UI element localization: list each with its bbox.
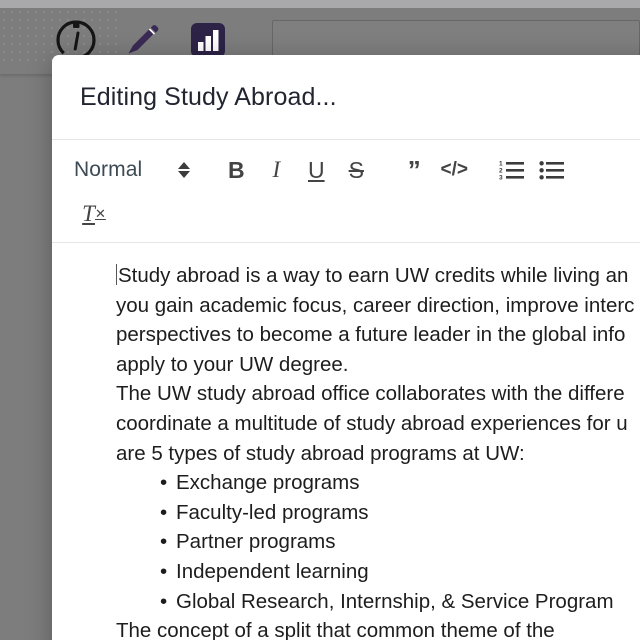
list-item: Global Research, Internship, & Service P… bbox=[160, 587, 640, 617]
text-caret bbox=[116, 264, 117, 285]
paragraph-line: are 5 types of study abroad programs at … bbox=[116, 441, 525, 465]
list-item: Exchange programs bbox=[160, 468, 640, 498]
svg-text:1: 1 bbox=[499, 161, 503, 168]
paragraph-line: The UW study abroad office collaborates … bbox=[116, 382, 625, 406]
screen: Editing Study Abroad... Normal B I U S ”… bbox=[0, 0, 640, 640]
toolbar-separator bbox=[376, 170, 394, 171]
clear-format-glyph: T bbox=[82, 201, 95, 226]
underline-button[interactable]: U bbox=[296, 150, 336, 190]
paragraph-line: apply to your UW degree. bbox=[116, 352, 349, 376]
paragraph-line: coordinate a multitude of study abroad e… bbox=[116, 411, 628, 435]
svg-text:2: 2 bbox=[499, 168, 503, 175]
italic-button[interactable]: I bbox=[256, 150, 296, 190]
document-content[interactable]: Study abroad is a way to earn UW credits… bbox=[52, 261, 640, 640]
paragraph-line: Study abroad is a way to earn UW credits… bbox=[116, 261, 640, 291]
paragraph-line: perspectives to become a future leader i… bbox=[116, 323, 626, 347]
format-picker-value: Normal bbox=[74, 158, 143, 181]
code-block-button[interactable]: </> bbox=[434, 150, 474, 190]
blockquote-button[interactable]: ” bbox=[394, 150, 434, 190]
toolbar-separator bbox=[474, 170, 492, 171]
editor-body[interactable]: Study abroad is a way to earn UW credits… bbox=[52, 243, 640, 640]
toolbar-separator bbox=[198, 170, 216, 171]
strikethrough-button[interactable]: S bbox=[336, 150, 376, 190]
bullet-list-button[interactable] bbox=[532, 150, 572, 190]
bold-button[interactable]: B bbox=[216, 150, 256, 190]
list-item: Partner programs bbox=[160, 527, 640, 557]
clear-format-button[interactable]: T ✕ bbox=[74, 194, 114, 234]
modal-header: Editing Study Abroad... bbox=[52, 55, 640, 140]
svg-text:3: 3 bbox=[499, 175, 503, 182]
list-item: Independent learning bbox=[160, 557, 640, 587]
format-picker[interactable]: Normal bbox=[74, 150, 198, 190]
modal-title: Editing Study Abroad... bbox=[80, 82, 337, 111]
editor-toolbar: Normal B I U S ” </> 1 2 3 T ✕ bbox=[52, 140, 640, 243]
ordered-list-button[interactable]: 1 2 3 bbox=[492, 150, 532, 190]
list-item: Faculty-led programs bbox=[160, 498, 640, 528]
window-title-band bbox=[0, 0, 640, 8]
chevron-updown-icon bbox=[178, 162, 191, 178]
paragraph-line: you gain academic focus, career directio… bbox=[116, 293, 635, 317]
paragraph-line-clipped: The concept of a split that common theme… bbox=[116, 619, 555, 640]
paragraph-text: Study abroad is a way to earn UW credits… bbox=[118, 264, 629, 287]
program-type-list: Exchange programs Faculty-led programs P… bbox=[116, 468, 640, 616]
edit-modal: Editing Study Abroad... Normal B I U S ”… bbox=[52, 55, 640, 640]
